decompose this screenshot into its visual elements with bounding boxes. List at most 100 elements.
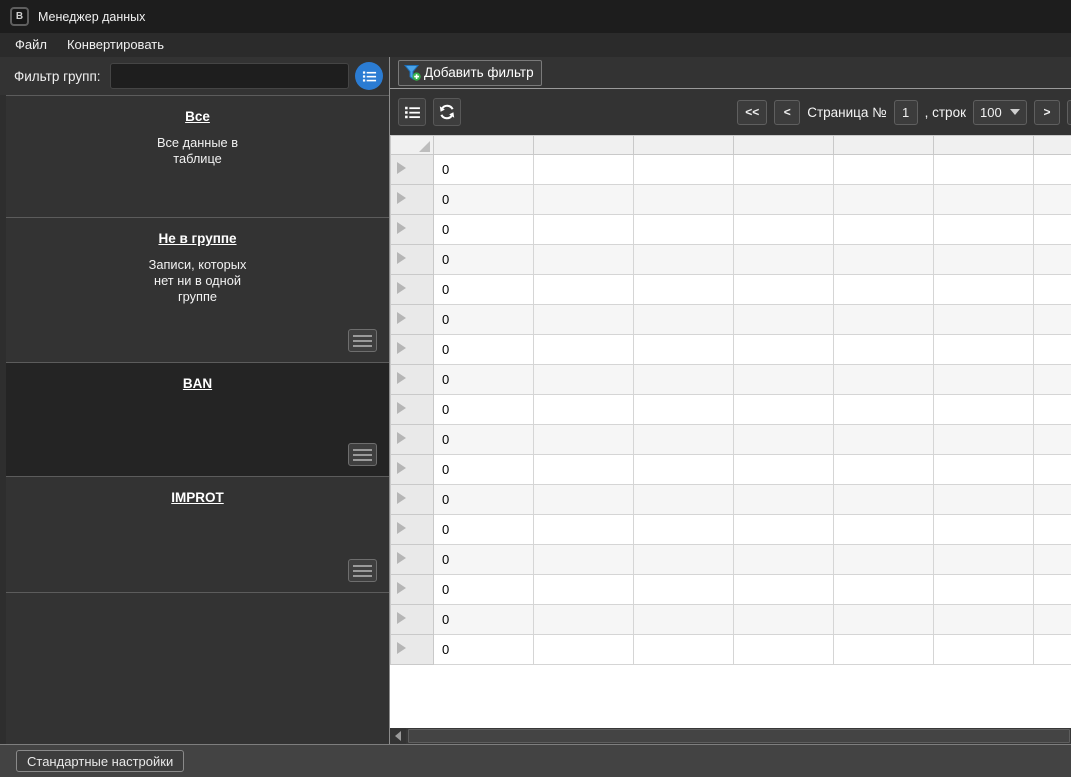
table-cell[interactable] <box>1033 424 1071 455</box>
table-cell[interactable] <box>933 424 1034 455</box>
table-cell[interactable] <box>733 244 834 275</box>
table-cell[interactable] <box>533 544 634 575</box>
table-cell[interactable] <box>733 184 834 215</box>
table-cell[interactable] <box>533 424 634 455</box>
table-cell[interactable]: 0 <box>433 304 534 335</box>
table-cell[interactable]: 0 <box>433 574 534 605</box>
column-list-button[interactable] <box>398 98 426 126</box>
group-menu-button[interactable] <box>348 559 377 582</box>
group-title-link[interactable]: Не в группе <box>158 231 236 246</box>
group-title-link[interactable]: BAN <box>183 376 212 391</box>
table-cell[interactable] <box>733 334 834 365</box>
table-cell[interactable] <box>533 454 634 485</box>
table-cell[interactable] <box>833 424 934 455</box>
table-cell[interactable] <box>733 214 834 245</box>
table-cell[interactable]: 0 <box>433 424 534 455</box>
table-cell[interactable] <box>633 544 734 575</box>
table-cell[interactable]: 0 <box>433 184 534 215</box>
group-filter-input[interactable] <box>109 63 349 89</box>
row-expander[interactable] <box>390 574 434 605</box>
table-cell[interactable] <box>533 154 634 185</box>
table-cell[interactable] <box>633 274 734 305</box>
table-cell[interactable] <box>1033 574 1071 605</box>
table-cell[interactable] <box>933 544 1034 575</box>
table-cell[interactable] <box>633 604 734 635</box>
table-cell[interactable]: 0 <box>433 544 534 575</box>
group-card-improt[interactable]: IMPROT <box>6 476 389 592</box>
row-expander[interactable] <box>390 274 434 305</box>
table-cell[interactable] <box>833 454 934 485</box>
table-cell[interactable] <box>933 244 1034 275</box>
group-menu-button[interactable] <box>348 443 377 466</box>
table-cell[interactable] <box>1033 154 1071 185</box>
table-cell[interactable]: 0 <box>433 394 534 425</box>
table-cell[interactable] <box>933 304 1034 335</box>
first-page-button[interactable]: << <box>737 99 768 125</box>
table-cell[interactable] <box>733 454 834 485</box>
table-cell[interactable] <box>533 364 634 395</box>
table-cell[interactable]: 0 <box>433 274 534 305</box>
table-cell[interactable]: 0 <box>433 604 534 635</box>
table-cell[interactable]: 0 <box>433 214 534 245</box>
refresh-button[interactable] <box>433 98 461 126</box>
table-cell[interactable] <box>1033 274 1071 305</box>
column-header[interactable] <box>733 135 834 155</box>
row-expander[interactable] <box>390 514 434 545</box>
table-cell[interactable] <box>733 274 834 305</box>
table-cell[interactable]: 0 <box>433 364 534 395</box>
table-cell[interactable] <box>1033 604 1071 635</box>
table-cell[interactable] <box>633 214 734 245</box>
group-card-nogroup[interactable]: Не в группе Записи, которых нет ни в одн… <box>6 217 389 362</box>
table-cell[interactable] <box>933 454 1034 485</box>
column-header[interactable] <box>833 135 934 155</box>
table-cell[interactable] <box>1033 214 1071 245</box>
table-cell[interactable]: 0 <box>433 634 534 665</box>
table-cell[interactable] <box>833 544 934 575</box>
table-cell[interactable] <box>533 484 634 515</box>
scrollbar-thumb[interactable] <box>408 729 1070 743</box>
table-cell[interactable] <box>533 514 634 545</box>
table-cell[interactable] <box>633 184 734 215</box>
prev-page-button[interactable]: < <box>774 99 801 125</box>
table-cell[interactable] <box>933 394 1034 425</box>
table-cell[interactable] <box>533 184 634 215</box>
column-header[interactable] <box>433 135 534 155</box>
table-cell[interactable] <box>1033 244 1071 275</box>
table-cell[interactable] <box>933 634 1034 665</box>
table-cell[interactable] <box>933 514 1034 545</box>
menu-item-file[interactable]: Файл <box>5 33 57 57</box>
table-cell[interactable] <box>633 244 734 275</box>
table-cell[interactable] <box>833 244 934 275</box>
table-cell[interactable] <box>733 574 834 605</box>
add-filter-button[interactable]: Добавить фильтр <box>398 59 542 86</box>
scroll-left-button[interactable] <box>390 728 406 744</box>
row-expander[interactable] <box>390 184 434 215</box>
table-cell[interactable] <box>1033 454 1071 485</box>
table-cell[interactable]: 0 <box>433 244 534 275</box>
table-cell[interactable] <box>833 334 934 365</box>
default-settings-button[interactable]: Стандартные настройки <box>16 750 185 772</box>
table-cell[interactable] <box>633 334 734 365</box>
table-cell[interactable]: 0 <box>433 334 534 365</box>
table-cell[interactable]: 0 <box>433 454 534 485</box>
group-title-link[interactable]: Все <box>185 109 210 124</box>
table-cell[interactable] <box>733 604 834 635</box>
row-expander[interactable] <box>390 154 434 185</box>
table-cell[interactable] <box>933 184 1034 215</box>
table-cell[interactable] <box>1033 634 1071 665</box>
table-cell[interactable] <box>833 274 934 305</box>
table-cell[interactable] <box>633 304 734 335</box>
group-list-button[interactable] <box>355 62 383 90</box>
table-cell[interactable] <box>633 154 734 185</box>
rows-per-page-select[interactable]: 100 <box>972 99 1027 125</box>
row-expander[interactable] <box>390 454 434 485</box>
table-cell[interactable] <box>833 574 934 605</box>
table-cell[interactable]: 0 <box>433 514 534 545</box>
table-cell[interactable] <box>1033 334 1071 365</box>
table-cell[interactable] <box>533 574 634 605</box>
row-expander[interactable] <box>390 424 434 455</box>
group-title-link[interactable]: IMPROT <box>171 490 224 505</box>
row-expander[interactable] <box>390 604 434 635</box>
table-cell[interactable] <box>533 604 634 635</box>
table-cell[interactable] <box>633 574 734 605</box>
